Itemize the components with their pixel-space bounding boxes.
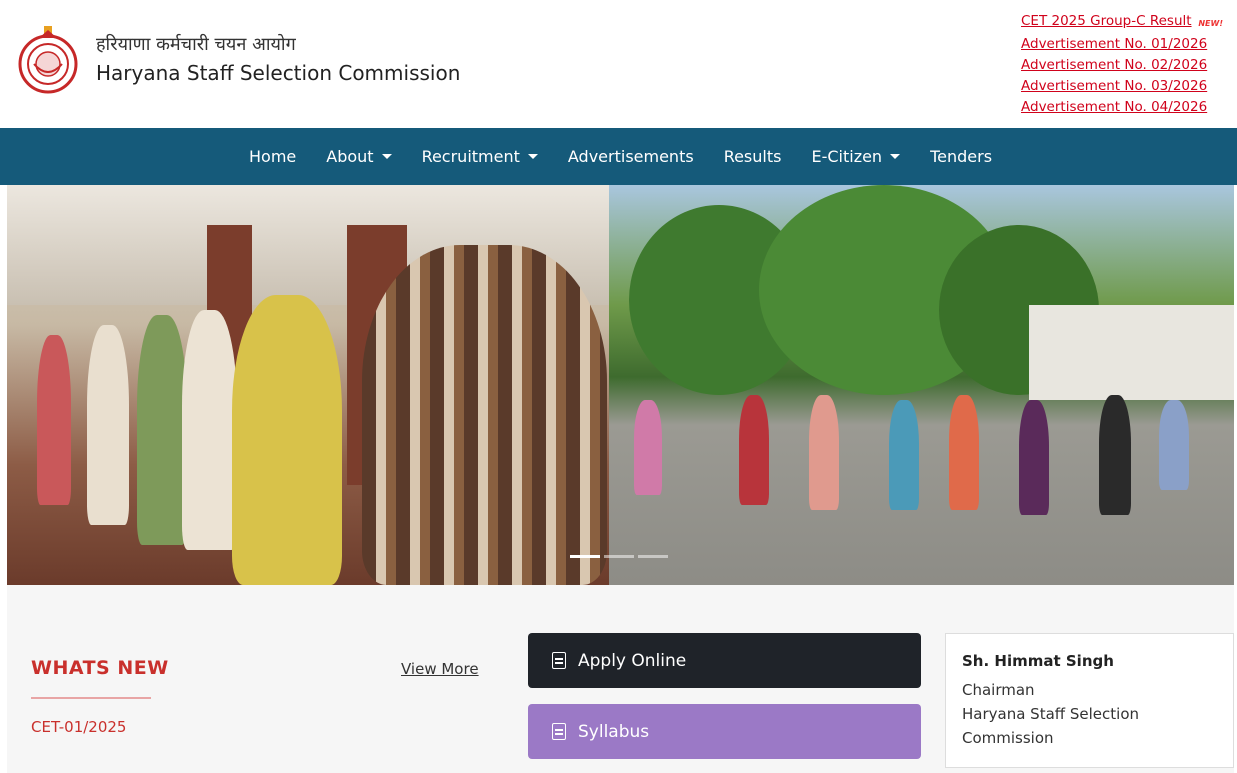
nav-item-recruitment[interactable]: Recruitment <box>422 147 538 166</box>
nav-item-about[interactable]: About <box>326 147 392 166</box>
nav-label: Advertisements <box>567 147 694 166</box>
nav-items: Home About Recruitment Advertisements Re… <box>249 128 1022 185</box>
background-building <box>1029 305 1234 400</box>
site-title-english: Haryana Staff Selection Commission <box>96 61 461 85</box>
nav-label: About <box>326 147 374 166</box>
hero-carousel[interactable] <box>7 185 1234 585</box>
haryana-emblem-logo[interactable] <box>17 22 79 98</box>
chairman-name: Sh. Himmat Singh <box>962 652 1114 670</box>
candidate-figure <box>1099 395 1131 515</box>
nav-item-home[interactable]: Home <box>249 147 296 166</box>
carousel-indicator-1[interactable] <box>570 555 600 558</box>
carousel-image-queue <box>609 185 1234 585</box>
caret-down-icon <box>527 154 538 159</box>
nav-item-tenders[interactable]: Tenders <box>930 147 992 166</box>
site-header: हरियाणा कर्मचारी चयन आयोग Haryana Staff … <box>0 0 1237 128</box>
candidate-figure <box>809 395 839 510</box>
candidate-figure <box>889 400 919 510</box>
chairman-card: Sh. Himmat Singh Chairman Haryana Staff … <box>945 633 1234 768</box>
carousel-indicator-2[interactable] <box>604 555 634 558</box>
candidate-figure <box>1159 400 1189 490</box>
candidate-figure <box>739 395 769 505</box>
caret-down-icon <box>381 154 392 159</box>
main-navbar: Home About Recruitment Advertisements Re… <box>0 128 1237 185</box>
nav-label: Results <box>723 147 782 166</box>
notice-cet-result-label: CET 2025 Group-C Result <box>1021 13 1192 29</box>
notice-advt-01-link[interactable]: Advertisement No. 01/2026 <box>1021 34 1221 55</box>
whats-new-heading: WHATS NEW <box>31 657 169 679</box>
caret-down-icon <box>890 154 901 159</box>
chairman-org-line2: Commission <box>962 729 1054 747</box>
candidate-figure <box>137 315 187 545</box>
notice-advt-04-link[interactable]: Advertisement No. 04/2026 <box>1021 97 1221 118</box>
apply-online-button[interactable]: Apply Online <box>528 633 921 688</box>
notice-advt-03-link[interactable]: Advertisement No. 03/2026 <box>1021 76 1221 97</box>
new-badge: NEW! <box>1198 19 1223 28</box>
heading-underline <box>31 697 151 699</box>
nav-label: Recruitment <box>421 147 520 166</box>
candidate-figure <box>1019 400 1049 515</box>
nav-label: Tenders <box>930 147 993 166</box>
candidate-figure <box>949 395 979 510</box>
candidate-figure <box>182 310 237 550</box>
syllabus-button[interactable]: Syllabus <box>528 704 921 759</box>
notice-cet-result-link[interactable]: CET 2025 Group-C Result NEW! <box>1021 11 1223 32</box>
candidate-figure <box>87 325 129 525</box>
notice-advt-02-link[interactable]: Advertisement No. 02/2026 <box>1021 55 1221 76</box>
nav-label: E-Citizen <box>811 147 883 166</box>
photographer-figure <box>362 245 607 585</box>
document-icon <box>552 652 566 669</box>
apply-online-label: Apply Online <box>578 650 687 671</box>
content-section: WHATS NEW View More CET-01/2025 Apply On… <box>7 585 1234 773</box>
notice-links: CET 2025 Group-C Result NEW! Advertiseme… <box>1021 11 1223 118</box>
carousel-indicator-3[interactable] <box>638 555 668 558</box>
view-more-link[interactable]: View More <box>401 660 479 678</box>
candidate-figure <box>634 400 662 495</box>
candidate-figure <box>232 295 342 585</box>
copy-icon <box>552 723 566 740</box>
syllabus-label: Syllabus <box>578 721 650 742</box>
nav-item-advertisements[interactable]: Advertisements <box>568 147 694 166</box>
carousel-indicators <box>570 555 668 558</box>
chairman-role: Chairman <box>962 681 1035 699</box>
nav-item-e-citizen[interactable]: E-Citizen <box>811 147 901 166</box>
site-title-hindi: हरियाणा कर्मचारी चयन आयोग <box>96 34 296 55</box>
nav-item-results[interactable]: Results <box>724 147 782 166</box>
carousel-image-exam-hall <box>7 185 609 585</box>
whats-new-item[interactable]: CET-01/2025 <box>31 718 126 736</box>
chairman-org-line1: Haryana Staff Selection <box>962 705 1139 723</box>
nav-label: Home <box>249 147 297 166</box>
candidate-figure <box>37 335 71 505</box>
